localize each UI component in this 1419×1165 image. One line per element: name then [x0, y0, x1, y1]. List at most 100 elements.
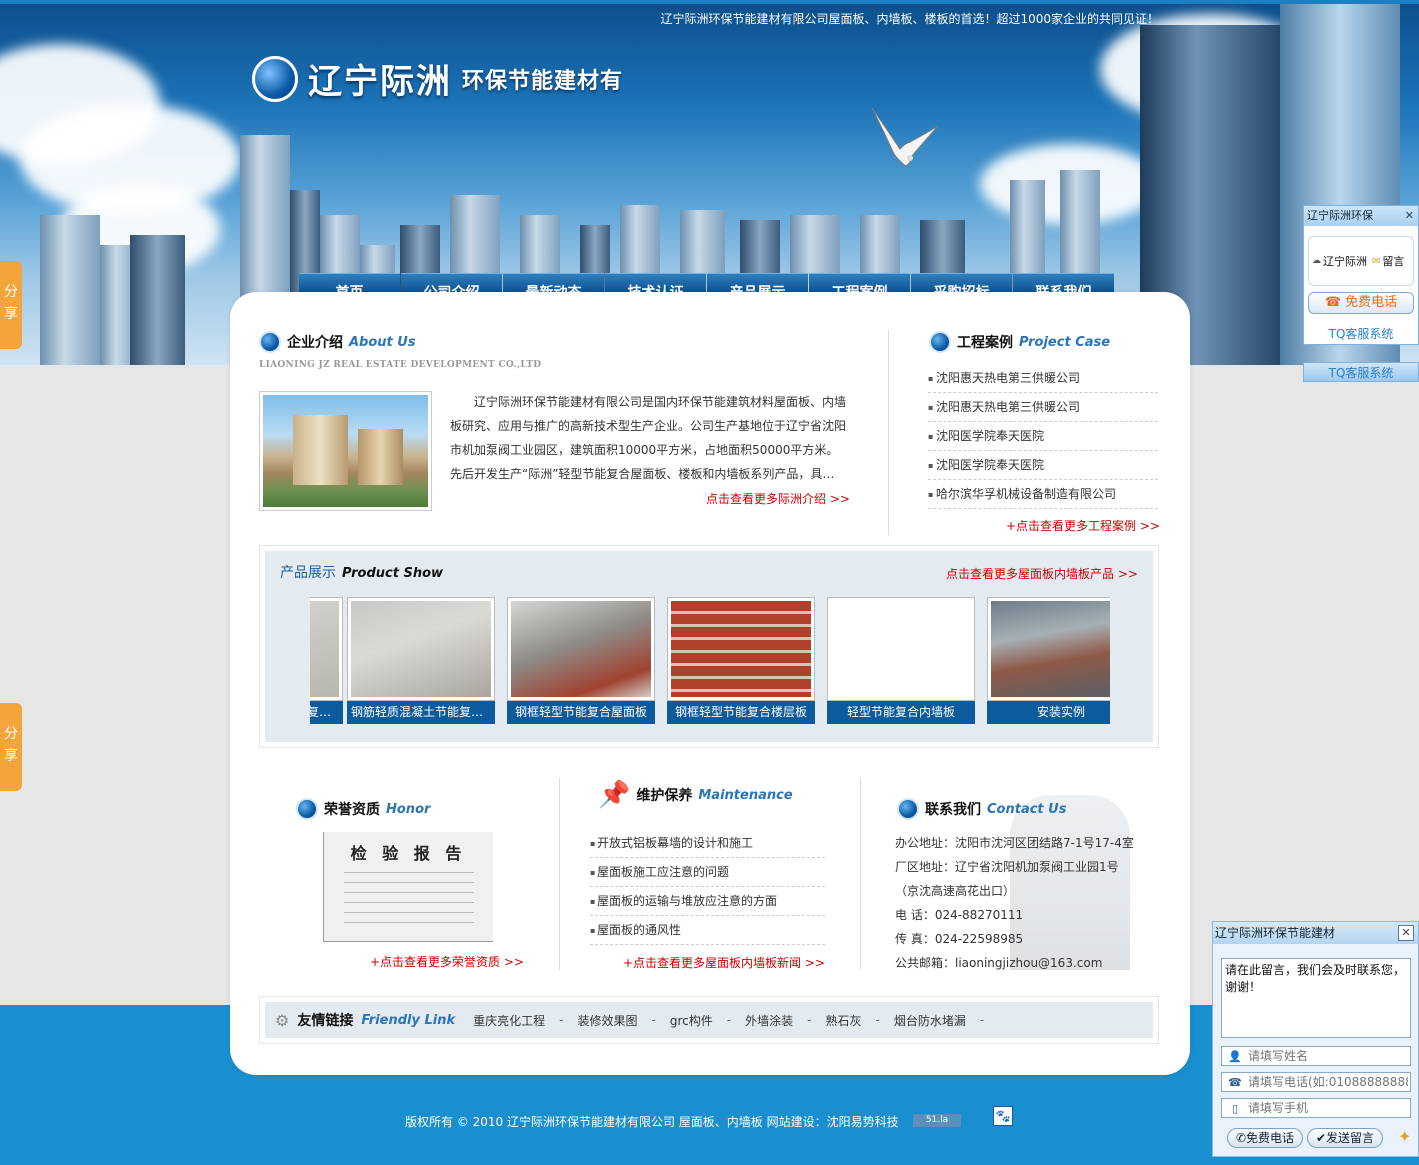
product-card[interactable]: 轻型节能复合内墙板: [827, 597, 975, 727]
honor-more-link[interactable]: +点击查看更多荣誉资质 >>: [370, 953, 524, 970]
maintenance-item[interactable]: 屋面板的通风性: [590, 916, 825, 945]
product-image: [831, 601, 971, 697]
about-title: 企业介绍: [287, 335, 343, 351]
product-card[interactable]: 安装实例: [987, 597, 1110, 727]
product-caption: 安装实例: [987, 701, 1110, 724]
cases-list: 沈阳惠天热电第三供暖公司 沈阳惠天热电第三供暖公司 沈阳医学院奉天医院 沈阳医学…: [928, 364, 1158, 509]
tq-title: 辽宁际洲环保: [1307, 209, 1373, 222]
cases-more-link[interactable]: +点击查看更多工程案例 >>: [1006, 517, 1160, 534]
maintenance-item[interactable]: 屋面板的运输与堆放应注意的方面: [590, 887, 825, 916]
office-address: 办公地址：沈阳市沈河区团结路7-1号17-4室: [895, 836, 1134, 850]
product-card[interactable]: 钢框轻型节能复合楼层板: [667, 597, 815, 727]
maintenance-title: 维护保养: [636, 788, 693, 804]
factory-address-note: （京沈高速高花出口）: [895, 884, 1016, 898]
products-section: 产品展示 Product Show 点击查看更多屋面板内墙板产品 >> 钢筋轻质…: [259, 545, 1159, 748]
about-text: 辽宁际洲环保节能建材有限公司是国内环保节能建筑材料屋面板、内墙板研究、应用与推广…: [450, 395, 847, 481]
case-item[interactable]: 哈尔滨华孚机械设备制造有限公司: [928, 480, 1158, 509]
message-header: 辽宁际洲环保节能建材 ✕: [1213, 922, 1418, 944]
phone-field[interactable]: ☎: [1221, 1072, 1411, 1092]
share-tab-top[interactable]: 分享: [0, 261, 22, 349]
fax: 传 真：024-22598985: [895, 932, 1024, 946]
share-tab-bottom[interactable]: 分享: [0, 703, 22, 791]
product-caption: 轻型节能复合内墙板: [827, 701, 975, 724]
maintenance-title-en: Maintenance: [698, 787, 793, 803]
tq-system-link[interactable]: TQ客服系统: [1303, 362, 1419, 382]
products-title-en: Product Show: [342, 566, 444, 581]
phone-input[interactable]: [1248, 1075, 1408, 1089]
honor-heading: 荣誉资质 Honor: [296, 798, 430, 820]
phone-icon: ☎: [1324, 295, 1342, 310]
tq-system-label: TQ客服系统: [1328, 327, 1394, 341]
case-item[interactable]: 沈阳医学院奉天医院: [928, 422, 1158, 451]
tq-chat-msg: 留言: [1382, 255, 1405, 268]
baidu-paw-icon[interactable]: 🐾: [993, 1106, 1013, 1126]
about-more-link[interactable]: 点击查看更多际洲介绍 >>: [706, 490, 850, 507]
friend-link[interactable]: 重庆亮化工程: [473, 1012, 545, 1029]
product-image: [671, 601, 811, 697]
about-subtitle: LIAONING JZ REAL ESTATE DEVELOPMENT CO.,…: [259, 360, 542, 370]
tq-free-call-button[interactable]: ☎ 免费电话: [1308, 292, 1414, 314]
product-card[interactable]: 钢筋轻质混凝土节能复合屋面板: [347, 597, 495, 727]
header-tagline: 辽宁际洲环保节能建材有限公司屋面板、内墙板、楼板的首选！超过1000家企业的共同…: [660, 12, 1159, 26]
friend-link[interactable]: 装修效果图: [578, 1012, 638, 1029]
maintenance-list: 开放式铝板幕墙的设计和施工 屋面板施工应注意的问题 屋面板的运输与堆放应注意的方…: [590, 829, 825, 945]
cases-heading: 工程案例 Project Case: [929, 331, 1110, 353]
friend-link[interactable]: 烟台防水堵漏: [894, 1012, 966, 1029]
maintenance-more-link[interactable]: +点击查看更多屋面板内墙板新闻 >>: [623, 954, 825, 971]
product-card[interactable]: 钢框轻型节能复合屋面板: [507, 597, 655, 727]
telephone-icon: ☎: [1228, 1075, 1242, 1089]
contact-info: 办公地址：沈阳市沈河区团结路7-1号17-4室 厂区地址：辽宁省沈阳机加泵阀工业…: [895, 831, 1155, 975]
check-icon: ✔: [1315, 1131, 1327, 1145]
section-logo-icon: [296, 798, 318, 820]
name-input[interactable]: [1248, 1049, 1408, 1063]
friendly-links-title-en: Friendly Link: [361, 1012, 456, 1028]
close-icon[interactable]: ✕: [1405, 206, 1414, 226]
logo-text-sub: 环保节能建材有: [462, 68, 624, 94]
certificate-image[interactable]: 检 验 报 告: [323, 832, 493, 942]
section-logo-icon: [929, 331, 951, 353]
friend-link[interactable]: 外墙涂装: [745, 1012, 793, 1029]
maintenance-item[interactable]: 开放式铝板幕墙的设计和施工: [590, 829, 825, 858]
message-textarea[interactable]: [1221, 958, 1411, 1038]
maintenance-item[interactable]: 屋面板施工应注意的问题: [590, 858, 825, 887]
product-card[interactable]: 钢筋轻质混凝土节能复合屋面板: [310, 597, 343, 727]
send-message-button[interactable]: ✔发送留言: [1307, 1128, 1383, 1148]
about-heading: 企业介绍 About Us: [259, 331, 416, 353]
tq-chat-entry[interactable]: ☁ 辽宁际洲 ✉ 留言: [1308, 236, 1414, 286]
section-logo-icon: [259, 331, 281, 353]
free-call-button[interactable]: ✆免费电话: [1227, 1128, 1303, 1148]
email[interactable]: 公共邮箱：liaoningjizhou@163.com: [895, 951, 1155, 975]
mobile-input[interactable]: [1248, 1101, 1408, 1115]
friend-link[interactable]: 熟石灰: [825, 1012, 861, 1029]
close-icon[interactable]: ✕: [1398, 925, 1414, 941]
pushpin-icon: 📌: [598, 780, 631, 810]
case-item[interactable]: 沈阳惠天热电第三供暖公司: [928, 364, 1158, 393]
seagull-image: [871, 107, 939, 167]
products-more-link[interactable]: 点击查看更多屋面板内墙板产品 >>: [946, 565, 1138, 582]
factory-address: 厂区地址：辽宁省沈阳机加泵阀工业园1号: [895, 860, 1119, 874]
site-logo[interactable]: 辽宁际洲 环保节能建材有: [252, 54, 623, 103]
product-image: [310, 601, 339, 697]
phone-icon: ✆: [1235, 1131, 1247, 1145]
product-caption: 钢筋轻质混凝土节能复合屋面板: [310, 701, 343, 724]
contact-title: 联系我们: [925, 802, 981, 818]
name-field[interactable]: 👤: [1221, 1046, 1411, 1066]
mobile-field[interactable]: ▯: [1221, 1098, 1411, 1118]
footer-copyright: 版权所有 © 2010 辽宁际洲环保节能建材有限公司 屋面板、内墙板 网站建设：…: [405, 1115, 899, 1129]
divider: [860, 778, 861, 970]
honor-title: 荣誉资质: [324, 802, 380, 818]
divider: [888, 330, 889, 535]
about-photo[interactable]: [259, 391, 432, 511]
case-item[interactable]: 沈阳医学院奉天医院: [928, 451, 1158, 480]
contact-heading: 联系我们 Contact Us: [897, 798, 1066, 820]
case-item[interactable]: 沈阳惠天热电第三供暖公司: [928, 393, 1158, 422]
mobile-icon: ▯: [1231, 1101, 1239, 1115]
section-logo-icon: [897, 798, 919, 820]
tq-service-panel: 辽宁际洲环保 ✕ ☁ 辽宁际洲 ✉ 留言 ☎ 免费电话 TQ客服系统: [1303, 205, 1419, 345]
tq-logo-icon: ✦: [1398, 1127, 1412, 1146]
stats-badge[interactable]: 51.la: [913, 1114, 961, 1127]
friend-link[interactable]: grc构件: [670, 1012, 713, 1029]
maintenance-heading: 📌 维护保养 Maintenance: [598, 780, 793, 810]
certificate-title: 检 验 报 告: [350, 844, 467, 863]
main-content: 企业介绍 About Us LIAONING JZ REAL ESTATE DE…: [230, 292, 1190, 1075]
